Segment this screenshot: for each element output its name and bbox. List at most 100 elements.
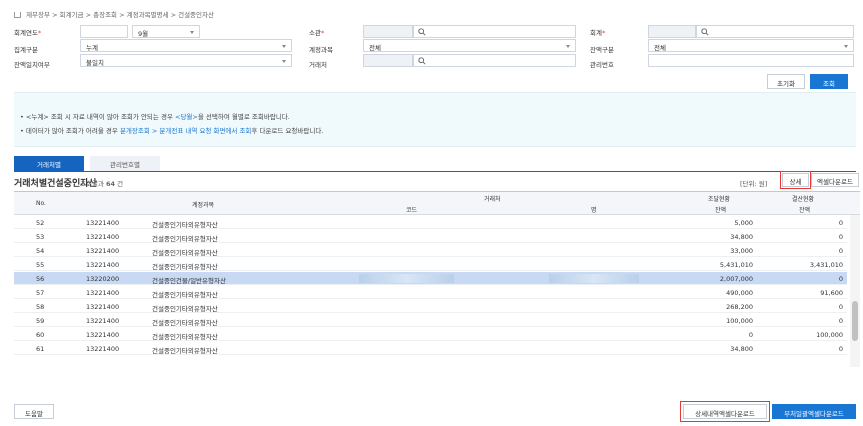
cell-procurement-balance: 34,800 xyxy=(730,345,753,353)
col-subject[interactable]: 계정과목 xyxy=(192,200,214,209)
notice-box: • <누계> 조회 시 자료 내역이 많아 조회가 안되는 경우 <당월>을 선… xyxy=(14,92,856,147)
cell-settlement-balance: 0 xyxy=(838,275,843,283)
aggregation-select[interactable]: 누계 xyxy=(80,39,292,52)
breadcrumb-item[interactable]: 회계기금 xyxy=(60,11,84,19)
grid-scrollbar[interactable] xyxy=(850,215,860,367)
cell-no: 61 xyxy=(36,345,45,353)
search-button[interactable]: 조회 xyxy=(810,74,848,89)
balance-match-select[interactable]: 불일치 xyxy=(80,54,292,67)
mgmt-no-label: 관리번호 xyxy=(590,61,614,69)
account-search-field[interactable] xyxy=(696,25,854,38)
table-row[interactable]: 54 13221400 건설중인기타외유형자산 33,000 0 xyxy=(14,244,847,257)
unit-code-field[interactable] xyxy=(363,25,413,38)
highlight-box xyxy=(780,171,811,189)
col-settlement[interactable]: 결산현황 xyxy=(792,194,814,203)
table-row[interactable]: 56 13220200 건설중인건물/일반유형자산 2,007,000 0 xyxy=(14,272,847,285)
masked-vendor-code xyxy=(359,274,454,283)
notice-line-1: • <누계> 조회 시 자료 내역이 많아 조회가 안되는 경우 <당월>을 선… xyxy=(20,111,290,121)
cell-procurement-balance: 33,000 xyxy=(730,247,753,255)
grid-header: No. 계정과목 거래처 코드 명 조달현황 잔액 결산현황 잔액 xyxy=(14,192,860,215)
cell-account-code: 13221400 xyxy=(86,317,120,325)
col-vendor-name[interactable]: 명 xyxy=(591,205,597,214)
attached-excel-download-button[interactable]: 부처일괄엑셀다운로드 xyxy=(772,404,856,419)
table-row[interactable]: 58 13221400 건설중인기타외유형자산 268,200 0 xyxy=(14,300,847,313)
cell-no: 55 xyxy=(36,261,45,269)
search-icon[interactable] xyxy=(418,57,426,65)
month-select[interactable]: 9월 xyxy=(132,25,200,38)
search-icon[interactable] xyxy=(418,28,426,36)
cell-procurement-balance: 490,000 xyxy=(726,289,753,297)
result-count-suffix: 건 xyxy=(117,180,124,188)
vendor-search-field[interactable] xyxy=(413,54,576,67)
balance-match-label: 잔액일치여부 xyxy=(14,61,50,69)
cell-subject: 건설중인건물/일반유형자산 xyxy=(152,277,226,285)
cell-settlement-balance: 0 xyxy=(838,317,843,325)
account-code-field[interactable] xyxy=(648,25,696,38)
scrollbar-thumb[interactable] xyxy=(852,301,858,341)
table-row[interactable]: 55 13221400 건설중인기타외유형자산 5,431,010 3,431,010 xyxy=(14,258,847,271)
notice-link[interactable]: 분개장조회 > 분개전표 내역 요청 화면에서 조회 xyxy=(120,127,251,135)
vendor-code-field[interactable] xyxy=(363,54,413,67)
cell-no: 52 xyxy=(36,219,45,227)
breadcrumb-item[interactable]: 계정과목별명세 xyxy=(127,11,169,19)
tab-by-vendor[interactable]: 거래처별 xyxy=(14,156,84,171)
highlight-box xyxy=(680,401,770,422)
unit-note: [단위: 원] xyxy=(740,180,768,188)
breadcrumb-item[interactable]: 재무장부 xyxy=(26,11,50,19)
cell-no: 54 xyxy=(36,247,45,255)
table-row[interactable]: 53 13221400 건설중인기타외유형자산 34,800 0 xyxy=(14,230,847,243)
home-icon[interactable] xyxy=(14,12,21,18)
result-count: 조회결과 64 건 xyxy=(80,178,123,188)
data-grid: No. 계정과목 거래처 코드 명 조달현황 잔액 결산현황 잔액 52 1322… xyxy=(14,191,860,367)
balance-match-value: 불일치 xyxy=(86,59,104,67)
search-icon[interactable] xyxy=(701,28,709,36)
result-count-label: 조회결과 xyxy=(80,180,104,188)
mgmt-no-field[interactable] xyxy=(648,54,854,67)
chevron-down-icon xyxy=(282,60,286,63)
help-button[interactable]: 도움말 xyxy=(14,404,54,419)
cell-procurement-balance: 2,007,000 xyxy=(719,275,753,283)
reset-button[interactable]: 초기화 xyxy=(767,74,805,89)
masked-vendor-name xyxy=(549,274,639,283)
table-row[interactable]: 61 13221400 건설중인기타외유형자산 34,800 0 xyxy=(14,342,847,355)
col-vendor-code[interactable]: 코드 xyxy=(406,205,417,214)
table-row[interactable]: 59 13221400 건설중인기타외유형자산 100,000 0 xyxy=(14,314,847,327)
cell-procurement-balance: 5,000 xyxy=(734,219,753,227)
tab-by-mgmt-no[interactable]: 관리번호별 xyxy=(90,156,160,171)
cell-no: 57 xyxy=(36,289,45,297)
cell-subject: 건설중인기타외유형자산 xyxy=(152,291,218,299)
unit-search-field[interactable] xyxy=(413,25,576,38)
table-row[interactable]: 52 13221400 건설중인기타외유형자산 5,000 0 xyxy=(14,216,847,229)
excel-download-button[interactable]: 엑셀다운로드 xyxy=(811,173,859,187)
cell-no: 58 xyxy=(36,303,45,311)
cell-settlement-balance: 0 xyxy=(838,233,843,241)
cell-account-code: 13221400 xyxy=(86,303,120,311)
vendor-label: 거래처 xyxy=(309,61,327,69)
cell-subject: 건설중인기타외유형자산 xyxy=(152,319,218,327)
tab-underline xyxy=(14,171,856,172)
col-settlement-balance[interactable]: 잔액 xyxy=(799,205,810,214)
cell-procurement-balance: 268,200 xyxy=(726,303,753,311)
cell-settlement-balance: 0 xyxy=(838,219,843,227)
col-vendor: 거래처 xyxy=(484,196,501,203)
cell-account-code: 13221400 xyxy=(86,233,120,241)
balance-type-select[interactable]: 전체 xyxy=(648,39,854,52)
cell-account-code: 13221400 xyxy=(86,331,120,339)
breadcrumb: 재무장부 > 회계기금 > 총장조회 > 계정과목별명세 > 건설중인자산 xyxy=(14,9,214,19)
cell-no: 60 xyxy=(36,331,45,339)
cell-subject: 건설중인기타외유형자산 xyxy=(152,249,218,257)
chevron-down-icon xyxy=(566,45,570,48)
cell-account-code: 13221400 xyxy=(86,289,120,297)
col-procurement[interactable]: 조달현황 xyxy=(708,194,730,203)
subject-label: 계정과목 xyxy=(309,46,333,54)
chevron-down-icon xyxy=(844,45,848,48)
breadcrumb-item[interactable]: 총장조회 xyxy=(93,11,117,19)
col-procurement-balance[interactable]: 잔액 xyxy=(715,205,726,214)
fiscal-year-field[interactable] xyxy=(80,25,128,38)
subject-select[interactable]: 전체 xyxy=(363,39,576,52)
table-row[interactable]: 57 13221400 건설중인기타외유형자산 490,000 91,600 xyxy=(14,286,847,299)
col-no[interactable]: No. xyxy=(36,200,46,207)
chevron-down-icon xyxy=(282,45,286,48)
cell-procurement-balance: 0 xyxy=(748,331,753,339)
table-row[interactable]: 60 13221400 건설중인기타외유형자산 0 100,000 xyxy=(14,328,847,341)
